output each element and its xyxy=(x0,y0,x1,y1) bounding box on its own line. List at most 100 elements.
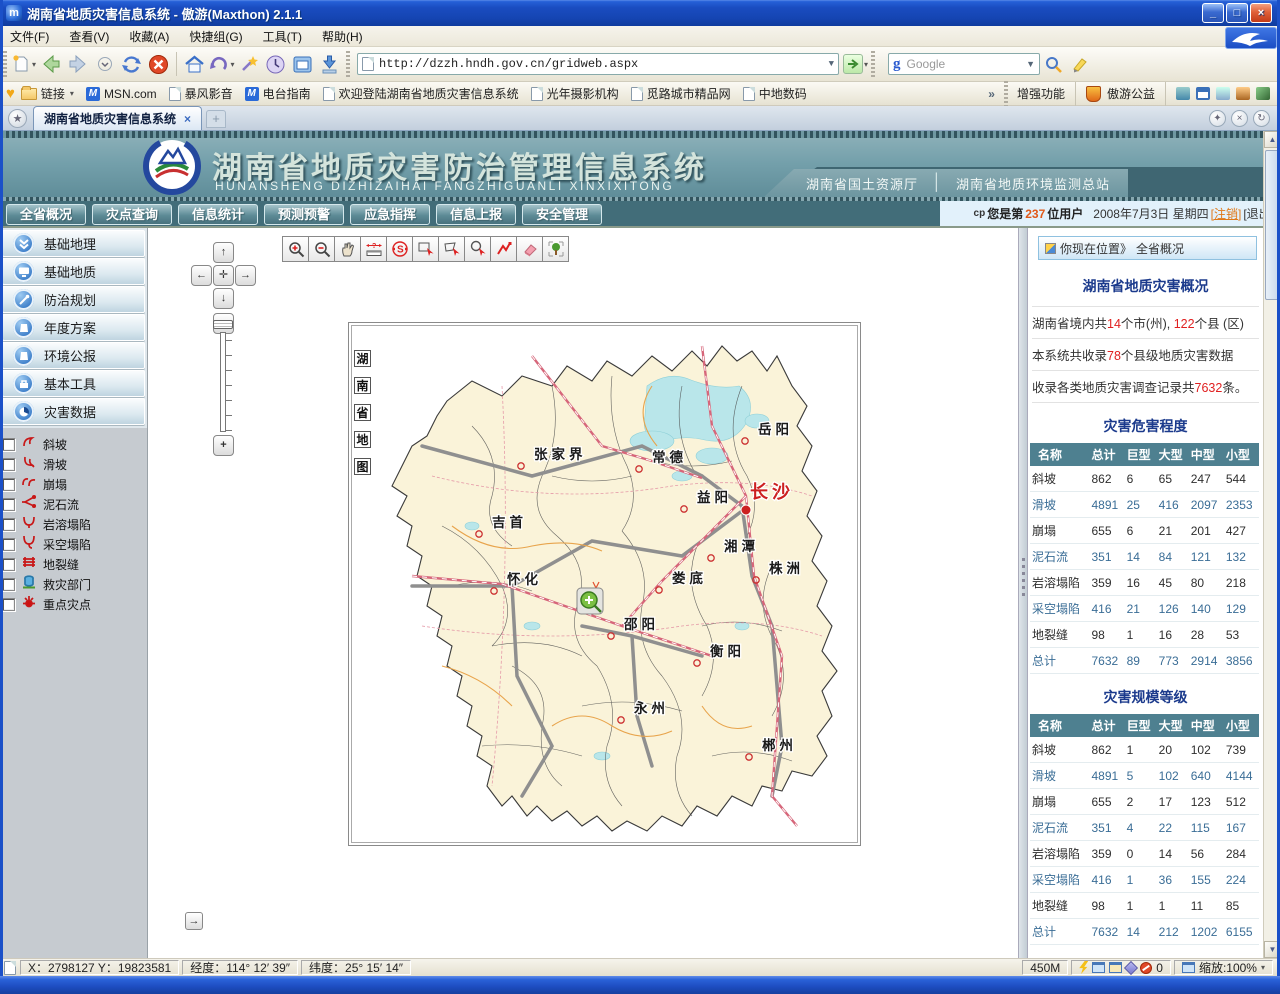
home-button[interactable] xyxy=(181,51,208,78)
search-dropdown-icon[interactable]: ▼ xyxy=(1026,59,1035,69)
history-dropdown-button[interactable] xyxy=(91,51,118,78)
refresh-tabs-button[interactable]: ↻ xyxy=(1253,110,1270,127)
expand-panel-button[interactable]: → xyxy=(185,912,203,930)
magic-wand-button[interactable] xyxy=(235,51,262,78)
layer-checkbox-4[interactable] xyxy=(2,518,15,531)
proxy-icon[interactable] xyxy=(1176,87,1190,100)
link-item-5[interactable]: 觅路城市精品网 xyxy=(625,83,737,104)
layer-checkbox-2[interactable] xyxy=(2,478,15,491)
city-label-株洲[interactable]: 株洲 xyxy=(769,560,804,576)
sidebar-section-0[interactable]: 基础地理 xyxy=(2,230,145,257)
notes-icon[interactable] xyxy=(1216,87,1230,100)
link-land-resources[interactable]: 湖南省国土资源厅 xyxy=(806,174,918,193)
eraser-tool-button[interactable] xyxy=(516,236,543,262)
search-box[interactable]: g Google ▼ xyxy=(888,53,1040,75)
link-item-4[interactable]: 光年摄影机构 xyxy=(525,83,625,104)
highlight-button[interactable] xyxy=(1067,51,1094,78)
menu-item-0[interactable]: 文件(F) xyxy=(0,25,59,48)
back-button[interactable] xyxy=(37,51,64,78)
refresh-button[interactable] xyxy=(118,51,145,78)
links-overflow-chevron[interactable]: » xyxy=(988,87,995,101)
link-item-2[interactable]: M电台指南 xyxy=(239,83,317,104)
link-item-1[interactable]: 暴风影音 xyxy=(163,83,239,104)
menu-item-3[interactable]: 快捷组(G) xyxy=(179,25,252,48)
sidebar-section-1[interactable]: 基础地质 xyxy=(2,258,145,285)
zoom-out-tool-button[interactable] xyxy=(308,236,335,262)
pan-left-button[interactable]: ← xyxy=(191,265,212,286)
undo-button[interactable]: ▾ xyxy=(208,51,235,78)
pan-down-button[interactable]: ↓ xyxy=(213,288,234,309)
layer-checkbox-8[interactable] xyxy=(2,598,15,611)
sidebar-section-5[interactable]: 基本工具 xyxy=(2,370,145,397)
stop-button[interactable] xyxy=(145,51,172,78)
plugin-diamond-icon[interactable] xyxy=(1124,960,1138,974)
maxthon-bird-logo[interactable] xyxy=(1225,27,1277,49)
star-button[interactable]: ★ xyxy=(8,109,27,128)
city-label-吉首[interactable]: 吉首 xyxy=(492,514,527,530)
window-list-button[interactable] xyxy=(289,51,316,78)
close-round-button[interactable]: × xyxy=(1231,110,1248,127)
city-label-怀化[interactable]: 怀化 xyxy=(507,571,542,587)
nav-tab-5[interactable]: 信息上报 xyxy=(436,204,516,225)
nav-tab-6[interactable]: 安全管理 xyxy=(522,204,602,225)
scale-tool-button[interactable]: S xyxy=(386,236,413,262)
menu-item-5[interactable]: 帮助(H) xyxy=(312,25,373,48)
zoom-in-tool-button[interactable] xyxy=(282,236,309,262)
city-label-永州[interactable]: 永州 xyxy=(634,700,669,716)
favorites-heart-icon[interactable]: ♥ xyxy=(6,85,15,102)
draw-redline-tool-button[interactable] xyxy=(490,236,517,262)
zoom-slider-handle[interactable] xyxy=(213,320,233,329)
zoom-in-slider-button[interactable]: + xyxy=(213,435,234,456)
address-bar[interactable]: http://dzzh.hndh.gov.cn/gridweb.aspx ▼ xyxy=(357,53,839,75)
sidebar-section-3[interactable]: 年度方案 xyxy=(2,314,145,341)
menu-item-4[interactable]: 工具(T) xyxy=(253,25,312,48)
layer-checkbox-7[interactable] xyxy=(2,578,15,591)
layer-checkbox-5[interactable] xyxy=(2,538,15,551)
city-label-邵阳[interactable]: 邵阳 xyxy=(623,617,659,632)
city-label-郴州[interactable]: 郴州 xyxy=(762,737,797,753)
logout-link[interactable]: [注销] xyxy=(1211,205,1242,222)
tab-active[interactable]: 湖南省地质灾害信息系统 × xyxy=(33,106,202,130)
tools-round-button[interactable]: ✦ xyxy=(1209,110,1226,127)
pan-tool-button[interactable] xyxy=(334,236,361,262)
go-dropdown-icon[interactable]: ▾ xyxy=(864,60,868,69)
city-label-湘潭[interactable]: 湘潭 xyxy=(724,538,759,554)
zoom-control[interactable]: 缩放:100% ▾ xyxy=(1174,960,1273,975)
city-label-益阳[interactable]: 益阳 xyxy=(697,489,732,505)
sidebar-section-6[interactable]: 灾害数据 xyxy=(2,398,145,425)
nav-tab-1[interactable]: 灾点查询 xyxy=(92,204,172,225)
nav-tab-4[interactable]: 应急指挥 xyxy=(350,204,430,225)
city-label-常德[interactable]: 常德 xyxy=(652,449,687,465)
nav-tab-2[interactable]: 信息统计 xyxy=(178,204,258,225)
nav-tab-0[interactable]: 全省概况 xyxy=(6,204,86,225)
select-circle-tool-button[interactable] xyxy=(464,236,491,262)
download-button[interactable] xyxy=(316,51,343,78)
nav-tab-3[interactable]: 预测预警 xyxy=(264,204,344,225)
map-canvas[interactable]: 湖南省地图 xyxy=(351,325,858,843)
city-marker[interactable] xyxy=(741,505,751,515)
full-extent-button[interactable]: ✛ xyxy=(213,265,234,286)
select-polygon-tool-button[interactable] xyxy=(438,236,465,262)
link-geo-environment[interactable]: 湖南省地质环境监测总站 xyxy=(956,174,1110,193)
plugin-icon[interactable] xyxy=(1236,87,1250,100)
window-icon[interactable] xyxy=(1196,87,1210,100)
new-tab-button[interactable]: + xyxy=(206,110,226,128)
menu-item-1[interactable]: 查看(V) xyxy=(59,25,119,48)
history-clock-button[interactable] xyxy=(262,51,289,78)
sidebar-section-2[interactable]: 防治规划 xyxy=(2,286,145,313)
charity-link[interactable]: 傲游公益 xyxy=(1107,85,1155,102)
layer-checkbox-0[interactable] xyxy=(2,438,15,451)
address-dropdown-icon[interactable]: ▼ xyxy=(829,59,834,69)
close-button[interactable]: × xyxy=(1250,3,1272,23)
measure-distance-tool-button[interactable]: ? xyxy=(360,236,387,262)
city-label-娄底[interactable]: 娄底 xyxy=(672,570,707,586)
boost-icon[interactable] xyxy=(1079,961,1088,974)
pan-up-button[interactable]: ↑ xyxy=(213,242,234,263)
pan-right-button[interactable]: → xyxy=(235,265,256,286)
legend-tree-tool-button[interactable] xyxy=(542,236,569,262)
go-button[interactable] xyxy=(843,54,863,74)
link-item-3[interactable]: 欢迎登陆湖南省地质灾害信息系统 xyxy=(317,83,525,104)
layer-checkbox-1[interactable] xyxy=(2,458,15,471)
search-engine-label[interactable]: Google xyxy=(907,57,946,71)
select-rect-tool-button[interactable] xyxy=(412,236,439,262)
